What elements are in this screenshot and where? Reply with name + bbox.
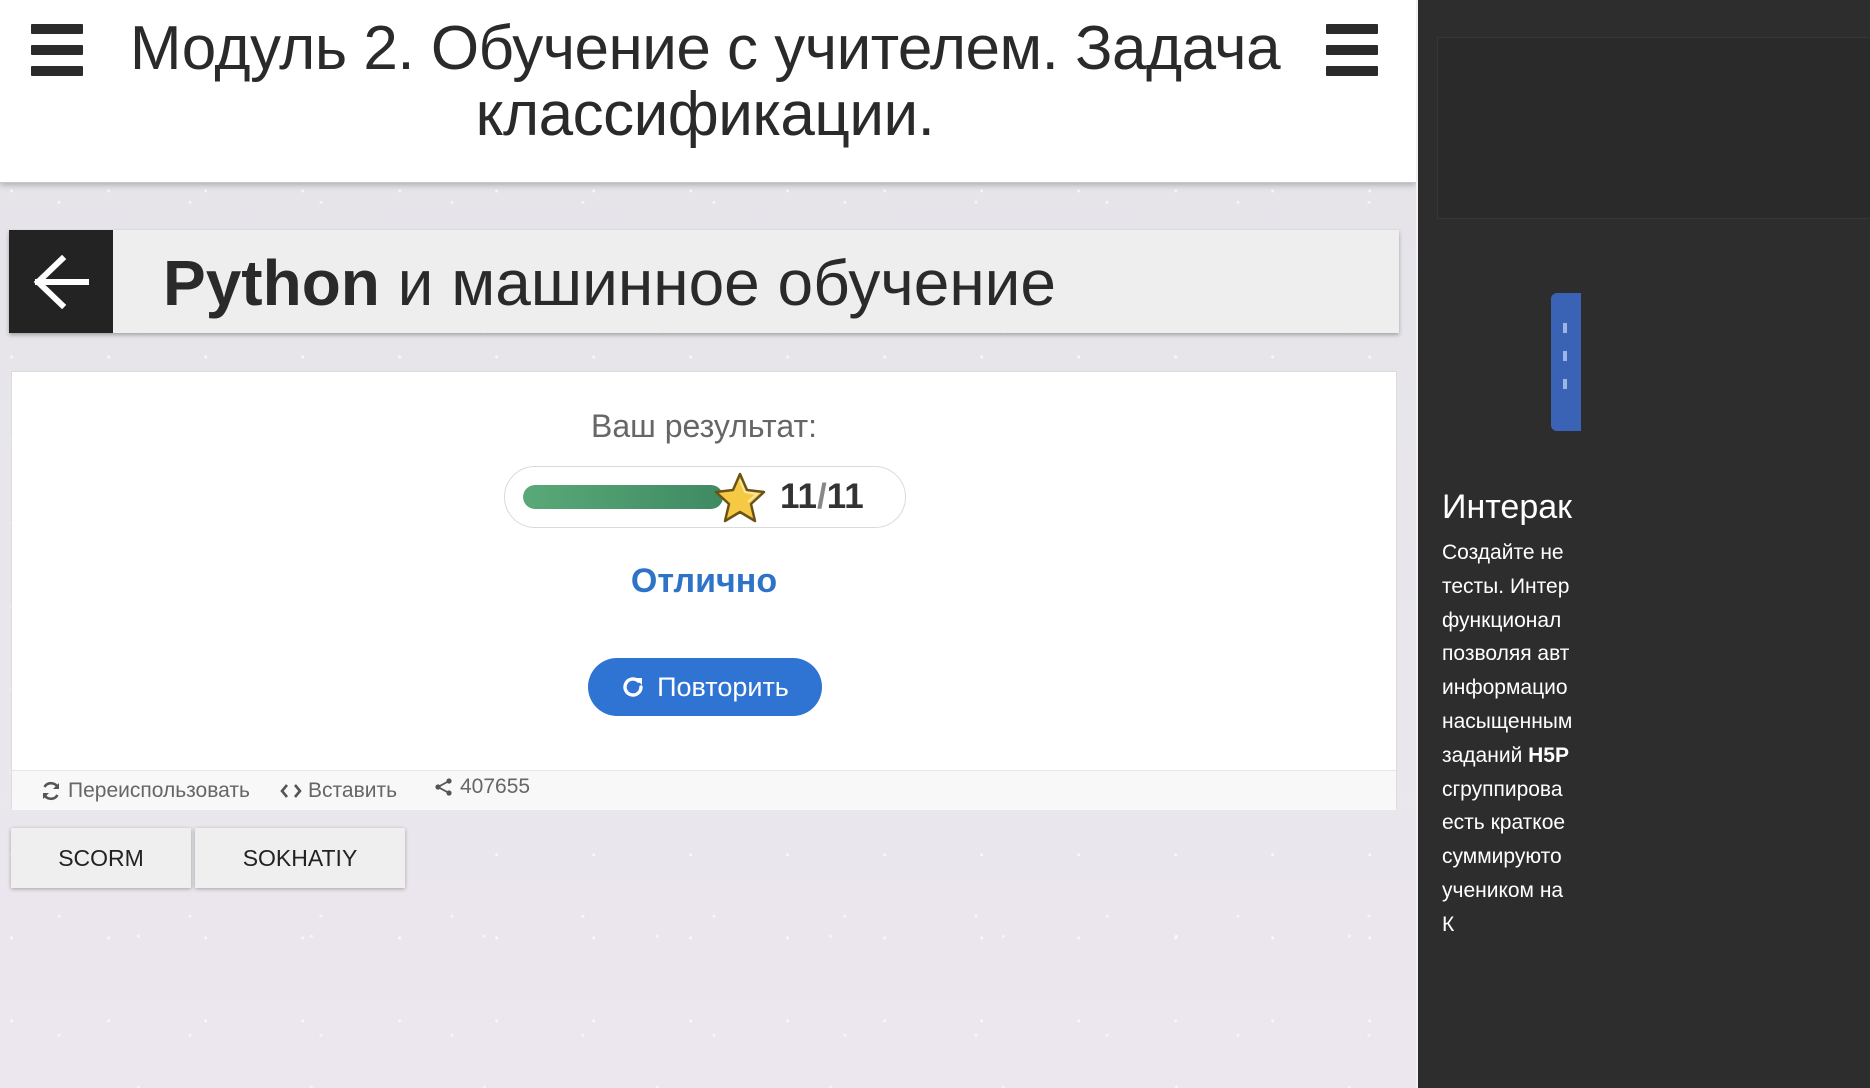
course-title-rest: и машинное обучение bbox=[379, 247, 1056, 319]
arrow-left-icon bbox=[33, 254, 89, 309]
sidebar-line: функционал bbox=[1442, 608, 1562, 632]
sidebar-line: насыщенным bbox=[1442, 709, 1573, 733]
result-label: Ваш результат: bbox=[591, 408, 817, 444]
retry-button[interactable]: Повторить bbox=[588, 658, 822, 716]
module-header: Модуль 2. Обучение с учителем. Задача кл… bbox=[0, 0, 1416, 183]
sidebar-line: тесты. Интер bbox=[1442, 574, 1570, 598]
retry-label: Повторить bbox=[657, 671, 789, 702]
sidebar-line: есть краткое bbox=[1442, 811, 1566, 835]
sokhatiy-button[interactable]: SOKHATIY bbox=[195, 828, 405, 888]
score-pill: 11/11 bbox=[504, 466, 906, 528]
sidebar-line: К bbox=[1442, 912, 1455, 936]
feedback-text: Отлично bbox=[630, 562, 778, 600]
code-icon bbox=[280, 783, 302, 798]
menu-icon-right[interactable] bbox=[1326, 24, 1378, 76]
sidebar-line: позволяя авт bbox=[1442, 642, 1570, 666]
result-card: Ваш результат: 11/11 Отлично Повторить П… bbox=[11, 371, 1397, 810]
menu-icon-left[interactable] bbox=[31, 24, 83, 76]
reuse-label: Переиспользовать bbox=[68, 778, 250, 802]
share-link[interactable]: 407655 bbox=[434, 775, 530, 799]
share-icon bbox=[435, 778, 452, 796]
score-total: 11 bbox=[826, 477, 864, 516]
embed-label: Вставить bbox=[308, 778, 398, 802]
share-count: 407655 bbox=[460, 775, 531, 798]
sidebar-line: учеником на bbox=[1442, 878, 1564, 902]
scorm-button[interactable]: SCORM bbox=[11, 828, 191, 888]
module-title-line2: классификации. bbox=[475, 80, 935, 149]
progress-fill bbox=[523, 485, 723, 509]
score-value: 11 bbox=[780, 477, 817, 516]
score-slash: / bbox=[817, 477, 827, 516]
progress-bar bbox=[523, 485, 723, 509]
module-title-line1: Модуль 2. Обучение с учителем. Задача bbox=[129, 14, 1281, 83]
score-text: 11/11 bbox=[780, 475, 864, 519]
course-title: Python и машинное обучение bbox=[163, 248, 1056, 318]
sidebar-line: суммируюто bbox=[1442, 845, 1562, 869]
embed-link[interactable]: Вставить bbox=[280, 779, 397, 803]
reuse-link[interactable]: Переиспользовать bbox=[40, 779, 250, 803]
sidebar-heading: Интерак bbox=[1442, 488, 1573, 526]
ad-placeholder bbox=[1437, 37, 1870, 219]
sidebar-description: Создайте не тесты. Интер функционал позволя… bbox=[1442, 536, 1572, 942]
sidebar-line: информацио bbox=[1442, 676, 1568, 700]
recycle-icon bbox=[42, 781, 60, 800]
course-bar: Python и машинное обучение bbox=[9, 230, 1399, 333]
module-title: Модуль 2. Обучение с учителем. Задача кл… bbox=[110, 16, 1300, 148]
star-icon bbox=[714, 472, 766, 523]
sidebar-line: заданий H5P bbox=[1442, 743, 1569, 767]
side-tab-handle[interactable] bbox=[1551, 293, 1581, 431]
course-title-bold: Python bbox=[163, 247, 380, 319]
refresh-icon bbox=[623, 677, 643, 697]
right-sidebar: Интерак Создайте не тесты. Интер функциона… bbox=[1418, 0, 1870, 1088]
sidebar-line: Создайте не bbox=[1442, 541, 1564, 564]
sidebar-line: сгруппирова bbox=[1442, 777, 1563, 801]
content-footer: Переиспользовать Вставить 407655 bbox=[12, 770, 1396, 810]
back-button[interactable] bbox=[9, 230, 113, 333]
